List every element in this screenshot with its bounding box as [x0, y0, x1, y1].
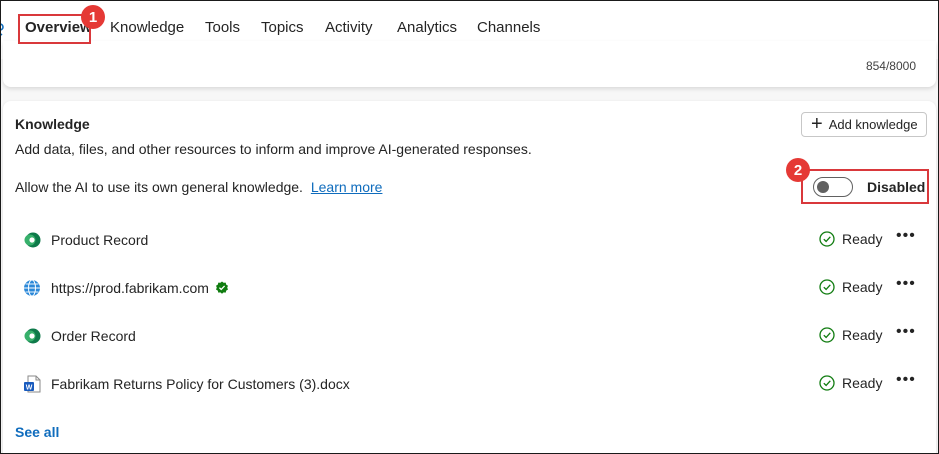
- tab-channels[interactable]: Channels: [477, 19, 540, 36]
- more-options-icon[interactable]: •••: [896, 275, 916, 293]
- tab-tools[interactable]: Tools: [205, 19, 240, 36]
- status-badge: Ready: [819, 327, 882, 343]
- word-doc-icon: W: [24, 375, 41, 393]
- knowledge-item[interactable]: Order Record Ready •••: [3, 313, 936, 361]
- knowledge-item-name-row: https://prod.fabrikam.com: [51, 280, 229, 296]
- checkmark-circle-icon: [819, 279, 835, 295]
- dataverse-icon: [24, 328, 41, 344]
- callout-badge-2: 2: [786, 158, 810, 182]
- knowledge-item[interactable]: https://prod.fabrikam.com Ready •••: [3, 265, 936, 313]
- knowledge-description: Add data, files, and other resources to …: [15, 141, 532, 157]
- general-knowledge-text: Allow the AI to use its own general know…: [15, 179, 303, 195]
- add-knowledge-label: Add knowledge: [828, 117, 918, 132]
- add-knowledge-button[interactable]: + Add knowledge: [801, 112, 927, 137]
- checkmark-circle-icon: [819, 327, 835, 343]
- status-text: Ready: [842, 279, 883, 295]
- plus-icon: +: [811, 112, 823, 135]
- knowledge-item[interactable]: Product Record Ready •••: [3, 217, 936, 265]
- callout-highlight-overview: [18, 14, 91, 44]
- learn-more-link[interactable]: Learn more: [311, 179, 383, 195]
- toggle-knob: [817, 180, 829, 193]
- tab-knowledge[interactable]: Knowledge: [110, 19, 184, 36]
- knowledge-item-name: Product Record: [51, 232, 149, 248]
- checkmark-circle-icon: [819, 375, 835, 391]
- general-knowledge-toggle-container: Disabled: [801, 169, 929, 204]
- knowledge-item-name: Fabrikam Returns Policy for Customers (3…: [51, 376, 350, 392]
- status-text: Ready: [842, 327, 883, 343]
- status-badge: Ready: [819, 375, 882, 391]
- general-knowledge-toggle[interactable]: [813, 176, 853, 197]
- dataverse-icon: [24, 232, 41, 248]
- tab-activity[interactable]: Activity: [325, 19, 373, 36]
- status-text: Ready: [842, 375, 883, 391]
- globe-icon: [24, 279, 40, 297]
- knowledge-title: Knowledge: [15, 116, 90, 132]
- character-count: 854/8000: [865, 59, 916, 73]
- more-options-icon[interactable]: •••: [896, 323, 916, 341]
- general-knowledge-row: Allow the AI to use its own general know…: [15, 179, 382, 195]
- verified-icon: [215, 281, 228, 294]
- knowledge-card: Knowledge Add data, files, and other res…: [3, 101, 936, 453]
- status-badge: Ready: [819, 279, 882, 295]
- checkmark-circle-icon: [819, 231, 835, 247]
- app-window: Overview Knowledge Tools Topics Activity…: [0, 0, 939, 454]
- knowledge-item[interactable]: W Fabrikam Returns Policy for Customers …: [3, 361, 936, 409]
- status-text: Ready: [842, 231, 883, 247]
- knowledge-item-name: https://prod.fabrikam.com: [51, 280, 209, 296]
- callout-badge-1: 1: [81, 5, 105, 29]
- tab-analytics[interactable]: Analytics: [397, 19, 457, 36]
- status-badge: Ready: [819, 231, 882, 247]
- agent-icon: [1, 23, 4, 36]
- tab-topics[interactable]: Topics: [261, 19, 304, 36]
- instructions-card: [3, 41, 936, 87]
- svg-text:W: W: [26, 384, 33, 391]
- knowledge-item-name: Order Record: [51, 328, 136, 344]
- more-options-icon[interactable]: •••: [896, 371, 916, 389]
- toggle-state-label: Disabled: [867, 178, 926, 195]
- see-all-link[interactable]: See all: [15, 424, 59, 440]
- more-options-icon[interactable]: •••: [896, 227, 916, 245]
